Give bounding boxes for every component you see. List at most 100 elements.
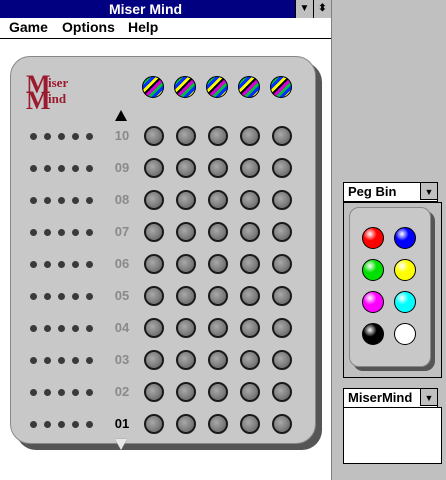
black-peg[interactable]	[362, 323, 384, 345]
main-window: Miser Mind ▼ ⬍ Game Options Help Miser M…	[0, 0, 331, 480]
restore-button[interactable]: ⬍	[313, 0, 331, 18]
key-peg-hole	[86, 165, 93, 172]
chevron-down-icon[interactable]: ▼	[420, 388, 438, 406]
key-peg-hole	[86, 293, 93, 300]
row-number: 10	[114, 128, 130, 143]
guess-peg-hole[interactable]	[144, 414, 164, 434]
key-peg-hole	[44, 165, 51, 172]
guess-peg-hole[interactable]	[176, 350, 196, 370]
guess-peg-hole[interactable]	[272, 318, 292, 338]
row-up-arrow-icon[interactable]	[115, 110, 127, 121]
row-number: 04	[114, 320, 130, 335]
key-peg-hole	[30, 421, 37, 428]
guess-peg-hole[interactable]	[240, 382, 260, 402]
guess-peg-hole[interactable]	[240, 158, 260, 178]
guess-peg-hole[interactable]	[272, 158, 292, 178]
guess-peg-hole[interactable]	[272, 382, 292, 402]
guess-peg-hole[interactable]	[272, 286, 292, 306]
blue-peg[interactable]	[394, 227, 416, 249]
green-peg[interactable]	[362, 259, 384, 281]
guess-peg-hole[interactable]	[272, 414, 292, 434]
cyan-peg[interactable]	[394, 291, 416, 313]
guess-peg-hole[interactable]	[144, 222, 164, 242]
secret-peg	[206, 76, 228, 98]
key-peg-hole	[72, 197, 79, 204]
guess-peg-hole[interactable]	[240, 126, 260, 146]
red-peg[interactable]	[362, 227, 384, 249]
row-down-arrow-icon[interactable]	[115, 439, 127, 450]
guess-peg-hole[interactable]	[176, 254, 196, 274]
guess-peg-hole[interactable]	[208, 222, 228, 242]
key-peg-hole	[30, 133, 37, 140]
guess-peg-hole[interactable]	[208, 286, 228, 306]
guess-peg-hole[interactable]	[240, 350, 260, 370]
guess-peg-hole[interactable]	[240, 222, 260, 242]
guess-peg-hole[interactable]	[176, 382, 196, 402]
guess-peg-hole[interactable]	[208, 350, 228, 370]
guess-peg-hole[interactable]	[144, 350, 164, 370]
key-peg-hole	[58, 165, 65, 172]
guess-peg-hole[interactable]	[208, 318, 228, 338]
title-bar: Miser Mind ▼ ⬍	[0, 0, 331, 18]
secret-peg	[238, 76, 260, 98]
guess-peg-hole[interactable]	[144, 126, 164, 146]
guess-peg-hole[interactable]	[176, 190, 196, 210]
key-peg-hole	[44, 293, 51, 300]
key-peg-hole	[58, 261, 65, 268]
guess-peg-hole[interactable]	[144, 190, 164, 210]
guess-peg-hole[interactable]	[208, 158, 228, 178]
guess-peg-hole[interactable]	[272, 254, 292, 274]
guess-peg-hole[interactable]	[240, 318, 260, 338]
guess-peg-hole[interactable]	[144, 254, 164, 274]
guess-peg-hole[interactable]	[272, 222, 292, 242]
guess-peg-hole[interactable]	[208, 126, 228, 146]
guess-peg-hole[interactable]	[240, 190, 260, 210]
guess-peg-hole[interactable]	[144, 286, 164, 306]
peg-bin-selector[interactable]: Peg Bin ▼	[343, 182, 438, 202]
guess-peg-hole[interactable]	[144, 318, 164, 338]
minimize-button[interactable]: ▼	[295, 0, 313, 18]
key-peg-hole	[44, 229, 51, 236]
guess-peg-hole[interactable]	[176, 158, 196, 178]
key-peg-hole	[44, 389, 51, 396]
guess-peg-hole[interactable]	[240, 254, 260, 274]
menu-game[interactable]: Game	[9, 19, 48, 35]
secret-peg	[174, 76, 196, 98]
guess-peg-hole[interactable]	[176, 318, 196, 338]
guess-peg-hole[interactable]	[144, 158, 164, 178]
chevron-down-icon[interactable]: ▼	[420, 182, 438, 200]
guess-peg-hole[interactable]	[208, 254, 228, 274]
guess-peg-hole[interactable]	[176, 222, 196, 242]
row-number: 06	[114, 256, 130, 271]
menu-help[interactable]: Help	[128, 19, 158, 35]
yellow-peg[interactable]	[394, 259, 416, 281]
key-peg-hole	[30, 357, 37, 364]
misermind-selector[interactable]: MiserMind ▼	[343, 388, 438, 408]
guess-peg-hole[interactable]	[272, 350, 292, 370]
guess-peg-hole[interactable]	[272, 126, 292, 146]
guess-peg-hole[interactable]	[272, 190, 292, 210]
secret-peg	[270, 76, 292, 98]
guess-peg-hole[interactable]	[176, 126, 196, 146]
guess-peg-hole[interactable]	[144, 382, 164, 402]
white-peg[interactable]	[394, 323, 416, 345]
key-peg-hole	[58, 197, 65, 204]
key-peg-hole	[30, 229, 37, 236]
key-peg-hole	[86, 229, 93, 236]
row-number: 07	[114, 224, 130, 239]
guess-peg-hole[interactable]	[208, 190, 228, 210]
game-board	[10, 56, 316, 444]
guess-peg-hole[interactable]	[208, 414, 228, 434]
guess-peg-hole[interactable]	[240, 414, 260, 434]
guess-peg-hole[interactable]	[176, 414, 196, 434]
key-peg-hole	[58, 293, 65, 300]
guess-peg-hole[interactable]	[208, 382, 228, 402]
menu-options[interactable]: Options	[62, 19, 115, 35]
magenta-peg[interactable]	[362, 291, 384, 313]
menu-bar: Game Options Help	[0, 18, 331, 39]
guess-peg-hole[interactable]	[240, 286, 260, 306]
guess-peg-hole[interactable]	[176, 286, 196, 306]
row-number: 01	[114, 416, 130, 431]
key-peg-hole	[86, 133, 93, 140]
key-peg-hole	[58, 357, 65, 364]
